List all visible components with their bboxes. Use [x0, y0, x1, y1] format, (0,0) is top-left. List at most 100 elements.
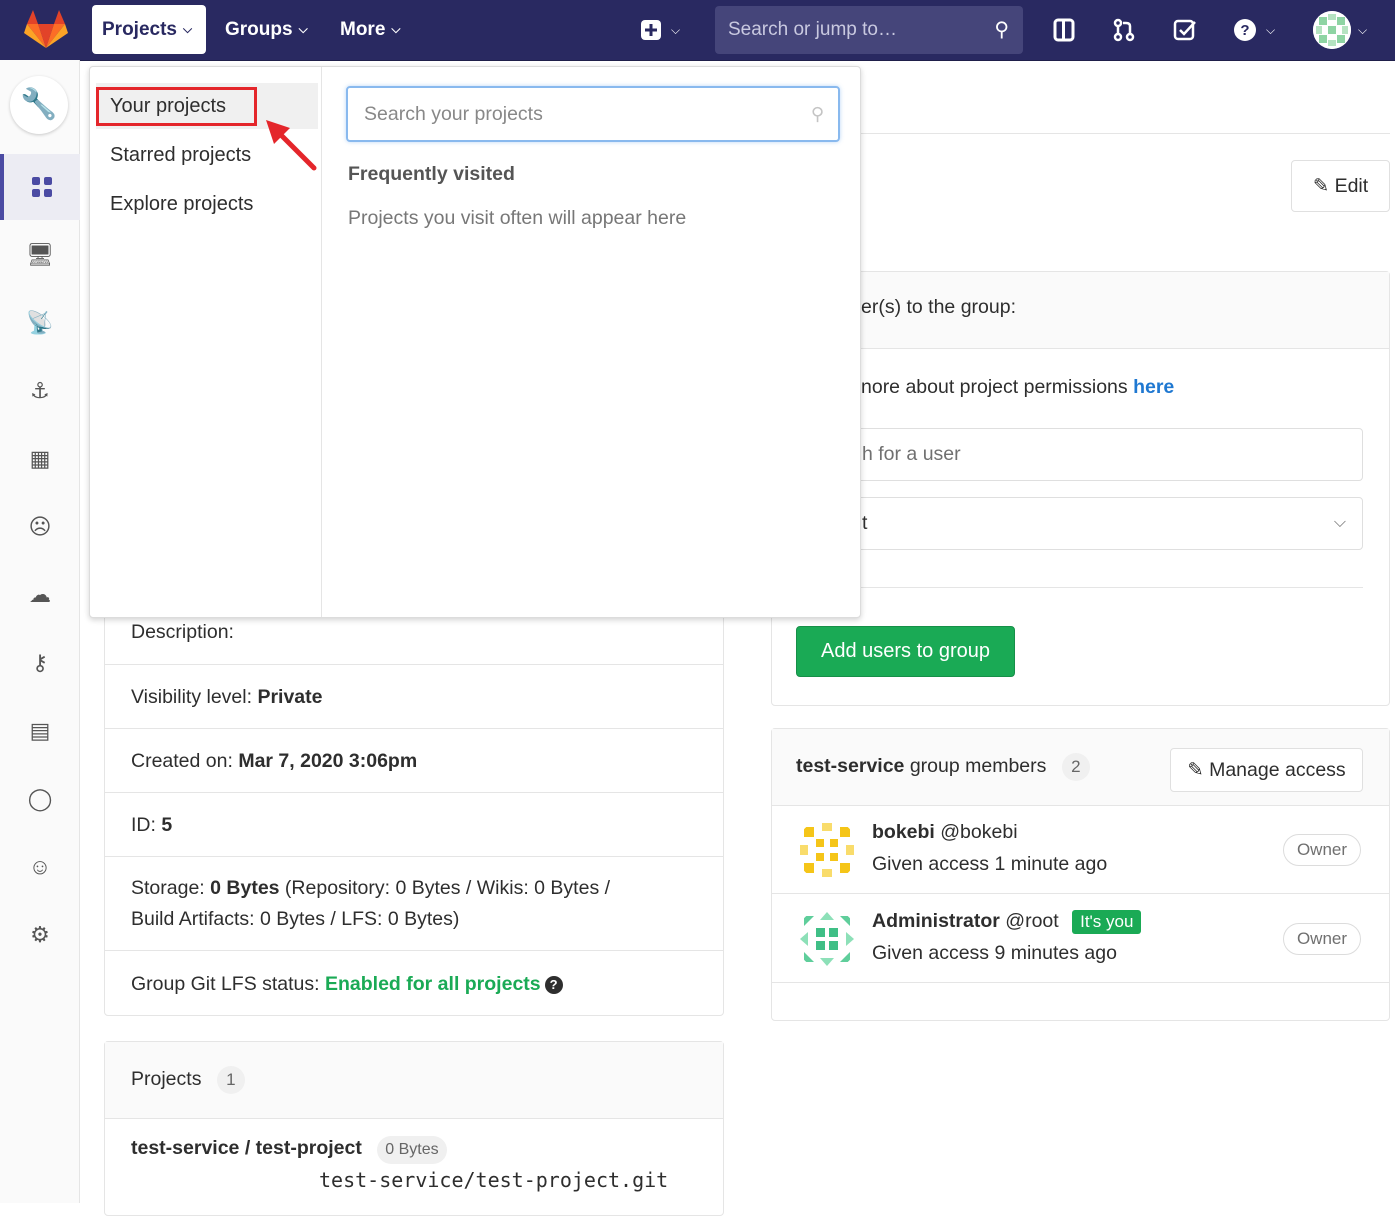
new-item-icon[interactable] [635, 14, 667, 46]
global-search-input[interactable]: Search or jump to… ⚲ [715, 6, 1023, 54]
storage-label: Storage: [131, 877, 205, 899]
sidebar-toggle-icon[interactable] [1048, 14, 1080, 46]
sidebar-item-deploy-keys[interactable]: ⚷ [0, 630, 80, 696]
annotation-arrow-icon [266, 120, 317, 171]
add-users-to-group-button[interactable]: Add users to group [796, 626, 1015, 677]
access-level-value: t [862, 512, 868, 534]
chevron-down-icon: ⌵ [1333, 514, 1346, 531]
visibility-row: Visibility level: Private [105, 664, 723, 728]
sidebar-item-monitoring[interactable]: 🖥 [0, 222, 80, 288]
lfs-label: Group Git LFS status: [131, 973, 320, 995]
cloud-gear-icon: ☁ [29, 582, 51, 607]
projects-card-title: Projects 1 [131, 1066, 245, 1094]
projects-count-badge: 1 [216, 1066, 245, 1094]
sidebar-item-kubernetes[interactable]: ☁ [0, 562, 80, 628]
id-value: 5 [161, 814, 173, 836]
template-icon: ▤ [29, 718, 51, 743]
help-icon[interactable]: ? [1229, 14, 1261, 46]
member-access-time: Given access 1 minute ago [872, 853, 1108, 875]
sidebar-item-labels[interactable]: ◯ [0, 766, 80, 832]
key-icon: ⚷ [31, 650, 49, 675]
starred-projects-link[interactable]: Starred projects [110, 144, 251, 167]
hook-icon: ⚓ [30, 378, 50, 403]
projects-card: Projects 1 test-service / test-project 0… [104, 1041, 724, 1216]
admin-wrench-icon[interactable]: 🔧 [10, 76, 68, 134]
frequently-visited-empty: Projects you visit often will appear her… [348, 207, 687, 229]
members-card-title: test-service group members 2 [796, 753, 1090, 781]
chevron-down-icon: ⌵ [298, 22, 308, 36]
group-info-card: Description: Visibility level: Private C… [104, 560, 724, 1016]
projects-menu-button[interactable]: Projects ⌵ [92, 5, 206, 54]
created-value: Mar 7, 2020 3:06pm [238, 750, 418, 772]
chevron-down-icon[interactable]: ⌵ [671, 14, 680, 46]
highlight-box [96, 87, 257, 126]
member-name-line: Administrator @root It's you [872, 910, 1142, 934]
manage-access-button[interactable]: ✎ Manage access [1170, 748, 1363, 792]
chevron-down-icon: ⌵ [391, 22, 401, 36]
groups-menu-label: Groups [225, 19, 293, 40]
lfs-row: Group Git LFS status: Enabled for all pr… [105, 950, 723, 1016]
edit-label: Edit [1334, 175, 1369, 197]
todo-check-icon[interactable] [1169, 14, 1201, 46]
member-avatar[interactable] [796, 908, 858, 970]
applications-icon: ▦ [29, 446, 51, 471]
sidebar-item-appearance[interactable]: ☺ [0, 834, 80, 900]
description-label: Description: [131, 621, 234, 643]
chevron-down-icon[interactable]: ⌵ [1266, 14, 1275, 46]
sidebar-item-overview[interactable] [0, 154, 80, 220]
member-role-badge: Owner [1283, 834, 1361, 866]
gear-icon: ⚙ [30, 922, 50, 947]
group-members-card: test-service group members 2 ✎ Manage ac… [771, 728, 1390, 1021]
groups-menu-button[interactable]: Groups ⌵ [215, 7, 318, 53]
project-git-path: test-service/test-project.git [319, 1168, 669, 1192]
member-access-time: Given access 9 minutes ago [872, 942, 1117, 964]
manage-access-label: Manage access [1209, 759, 1346, 781]
storage-row: Storage: 0 Bytes (Repository: 0 Bytes / … [105, 856, 723, 950]
chevron-down-icon: ⌵ [182, 22, 193, 36]
lfs-status-value: Enabled for all projects [325, 973, 541, 995]
sidebar-item-abuse-reports[interactable]: ☹ [0, 494, 80, 560]
broadcast-icon: 📡 [26, 310, 54, 335]
labels-icon: ◯ [27, 786, 53, 811]
edit-group-button[interactable]: ✎ Edit [1291, 160, 1390, 212]
sidebar-item-service-templates[interactable]: ▤ [0, 698, 80, 764]
frequently-visited-title: Frequently visited [348, 163, 515, 185]
user-avatar[interactable] [1313, 11, 1351, 49]
member-role-badge: Owner [1283, 923, 1361, 955]
gitlab-logo-icon[interactable] [24, 10, 68, 50]
explore-projects-link[interactable]: Explore projects [110, 193, 253, 216]
its-you-badge: It's you [1072, 910, 1142, 934]
chevron-down-icon[interactable]: ⌵ [1358, 14, 1367, 46]
member-name[interactable]: Administrator [872, 910, 1000, 932]
projects-title: Projects [131, 1068, 202, 1090]
add-users-header-text: er(s) to the group: [861, 296, 1016, 318]
visibility-label: Visibility level: [131, 686, 253, 708]
sidebar-item-applications[interactable]: ▦ [0, 426, 80, 492]
more-menu-button[interactable]: More ⌵ [330, 7, 411, 53]
user-search-input[interactable]: h for a user [796, 428, 1363, 481]
permissions-hint: nore about project permissions here [861, 376, 1174, 399]
project-item: test-service / test-project 0 Bytes [131, 1136, 447, 1164]
help-icon[interactable]: ? [544, 976, 563, 994]
id-label: ID: [131, 814, 156, 836]
project-search-input[interactable]: Search your projects ⚲ [346, 86, 840, 142]
global-search-placeholder: Search or jump to… [728, 19, 897, 40]
project-size-badge: 0 Bytes [377, 1136, 447, 1164]
sidebar-item-settings[interactable]: ⚙ [0, 902, 80, 968]
overview-grid-icon [32, 177, 52, 197]
permissions-help-link[interactable]: here [1133, 376, 1174, 398]
sidebar-item-hooks[interactable]: ⚓ [0, 358, 80, 424]
id-row: ID: 5 [105, 792, 723, 856]
sidebar-item-messages[interactable]: 📡 [0, 290, 80, 356]
access-level-select[interactable]: t ⌵ [796, 497, 1363, 550]
member-avatar[interactable] [796, 819, 858, 881]
divider [796, 587, 1363, 588]
member-name[interactable]: bokebi [872, 821, 935, 843]
divider [861, 133, 1390, 134]
user-search-placeholder: h for a user [862, 443, 961, 465]
abuse-face-icon: ☹ [28, 514, 52, 539]
created-label: Created on: [131, 750, 233, 772]
project-link[interactable]: test-service / test-project [131, 1137, 362, 1159]
more-menu-label: More [340, 19, 386, 40]
merge-request-icon[interactable] [1108, 14, 1140, 46]
